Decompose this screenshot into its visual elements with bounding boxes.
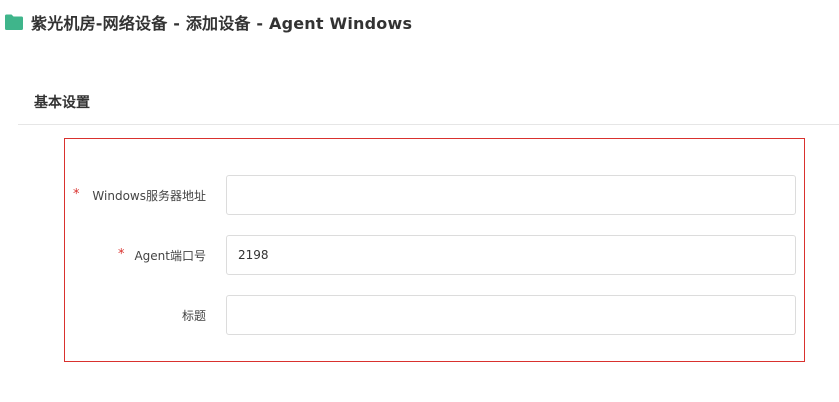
page-title: 紫光机房-网络设备 - 添加设备 - Agent Windows: [31, 14, 413, 33]
section-title: 基本设置: [34, 95, 90, 111]
required-marker: *: [73, 187, 80, 202]
windows-address-input[interactable]: [226, 175, 796, 215]
agent-port-input[interactable]: [226, 235, 796, 275]
section-divider: [18, 124, 839, 125]
form-row-agent-port: * Agent端口号: [65, 235, 804, 275]
form-row-title: 标题: [65, 295, 804, 335]
required-marker: *: [118, 247, 125, 262]
form-row-windows-address: * Windows服务器地址: [65, 175, 804, 215]
page-header: 紫光机房-网络设备 - 添加设备 - Agent Windows: [4, 11, 412, 33]
agent-port-label: Agent端口号: [134, 249, 206, 263]
page: 紫光机房-网络设备 - 添加设备 - Agent Windows 基本设置 * …: [0, 0, 839, 402]
title-input[interactable]: [226, 295, 796, 335]
folder-icon: [5, 14, 23, 30]
title-label: 标题: [181, 309, 206, 323]
windows-address-label: Windows服务器地址: [92, 189, 206, 203]
settings-form: * Windows服务器地址 * Agent端口号 标题: [64, 138, 805, 362]
